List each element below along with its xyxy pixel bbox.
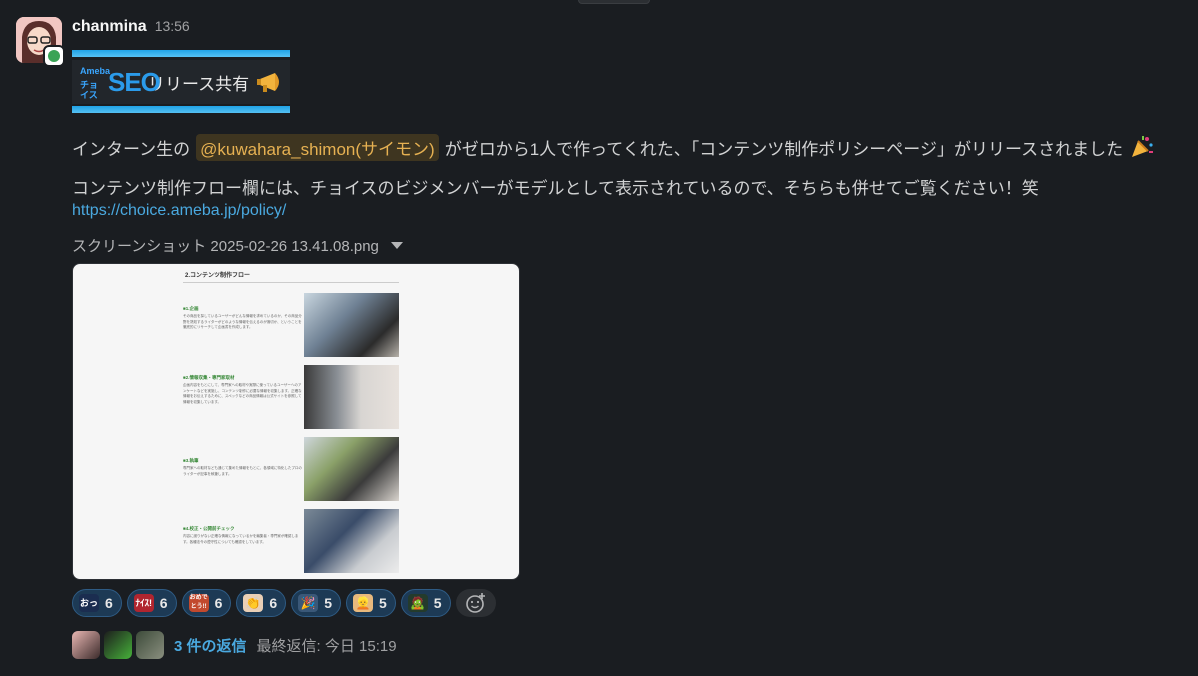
last-reply-time: 最終返信: 今日 15:19 bbox=[256, 637, 397, 655]
reaction-oh[interactable]: おっ 6 bbox=[72, 589, 122, 617]
screenshot-step: ■4.校正・公開前チェック 内容に誤りがない正確な情報になっているかを編集者・専… bbox=[183, 526, 299, 544]
thread-replies[interactable]: 3 件の返信 最終返信: 今日 15:19 bbox=[72, 630, 397, 660]
screenshot-photo bbox=[304, 293, 399, 357]
username[interactable]: chanmina bbox=[72, 18, 147, 36]
person-emoji-icon: 👱 bbox=[352, 594, 373, 612]
nice-emoji-icon: ﾅｲｽ! bbox=[133, 594, 154, 612]
reaction-nice[interactable]: ﾅｲｽ! 6 bbox=[126, 589, 177, 617]
message-text-line2: コンテンツ制作フロー欄には、チョイスのビジメンバーがモデルとして表示されているの… bbox=[72, 179, 1039, 198]
message-header: chanmina 13:56 bbox=[72, 18, 190, 38]
oh-emoji-icon: おっ bbox=[79, 594, 99, 612]
reaction-congrats[interactable]: おめでとう!! 6 bbox=[181, 589, 232, 617]
message: chanmina 13:56 Ameba チョイス SEO リリース共有 インタ… bbox=[0, 0, 1198, 676]
screenshot-photo bbox=[304, 437, 399, 501]
reply-count-link[interactable]: 3 件の返信 bbox=[174, 635, 247, 656]
reaction-party[interactable]: 🎉 5 bbox=[291, 589, 341, 617]
ameba-choice-seo-logo: Ameba チョイス SEO bbox=[80, 66, 161, 100]
user-mention[interactable]: @kuwahara_shimon(サイモン) bbox=[196, 133, 439, 161]
reaction-person[interactable]: 👱 5 bbox=[345, 589, 396, 617]
megaphone-icon bbox=[257, 73, 280, 92]
reactions-bar: おっ 6 ﾅｲｽ! 6 おめでとう!! 6 👏 6 🎉 5 👱 5 🧟 5 bbox=[72, 589, 496, 617]
reaction-zombie[interactable]: 🧟 5 bbox=[400, 589, 451, 617]
add-emoji-icon bbox=[465, 593, 485, 613]
chevron-down-icon[interactable] bbox=[390, 242, 403, 249]
screenshot-photo bbox=[304, 509, 399, 573]
banner-title: リリース共有 bbox=[148, 74, 250, 94]
congrats-emoji-icon: おめでとう!! bbox=[188, 594, 209, 612]
screenshot-title: 2.コンテンツ制作フロー bbox=[185, 273, 251, 279]
party-popper-icon bbox=[1132, 136, 1154, 157]
release-banner: Ameba チョイス SEO リリース共有 bbox=[72, 50, 290, 114]
message-text-line1: インターン生の @kuwahara_shimon(サイモン) がゼロから1人で作… bbox=[72, 133, 1155, 161]
party-emoji-icon: 🎉 bbox=[298, 594, 319, 612]
reply-avatar bbox=[72, 631, 100, 659]
clap-icon: 👏 bbox=[243, 594, 264, 612]
attached-image[interactable]: 2.コンテンツ制作フロー ■1.企画 その商品を探しているユーザーがどんな情報を… bbox=[72, 263, 520, 580]
file-name[interactable]: スクリーンショット 2025-02-26 13.41.08.png bbox=[72, 235, 403, 256]
screenshot-step: ■1.企画 その商品を探しているユーザーがどんな情報を求めているのか、その商品分… bbox=[183, 306, 302, 329]
status-badge bbox=[43, 45, 65, 67]
timestamp[interactable]: 13:56 bbox=[155, 18, 190, 34]
screenshot-step: ■3.執筆 専門家への取材なども通じて集めた情報をもとに、各領域に特化したプロの… bbox=[183, 458, 302, 476]
zombie-emoji-icon: 🧟 bbox=[407, 594, 428, 612]
reply-avatar bbox=[104, 631, 132, 659]
policy-link[interactable]: https://choice.ameba.jp/policy/ bbox=[72, 202, 286, 220]
screenshot-photo bbox=[304, 365, 399, 429]
add-reaction-button[interactable] bbox=[455, 589, 496, 617]
reply-avatar bbox=[136, 631, 164, 659]
reaction-clap[interactable]: 👏 6 bbox=[236, 589, 287, 617]
screenshot-step: ■2.情報収集・専門家取材 企画内容をもとにして、専門家への取材や実際に使ってい… bbox=[183, 375, 302, 404]
